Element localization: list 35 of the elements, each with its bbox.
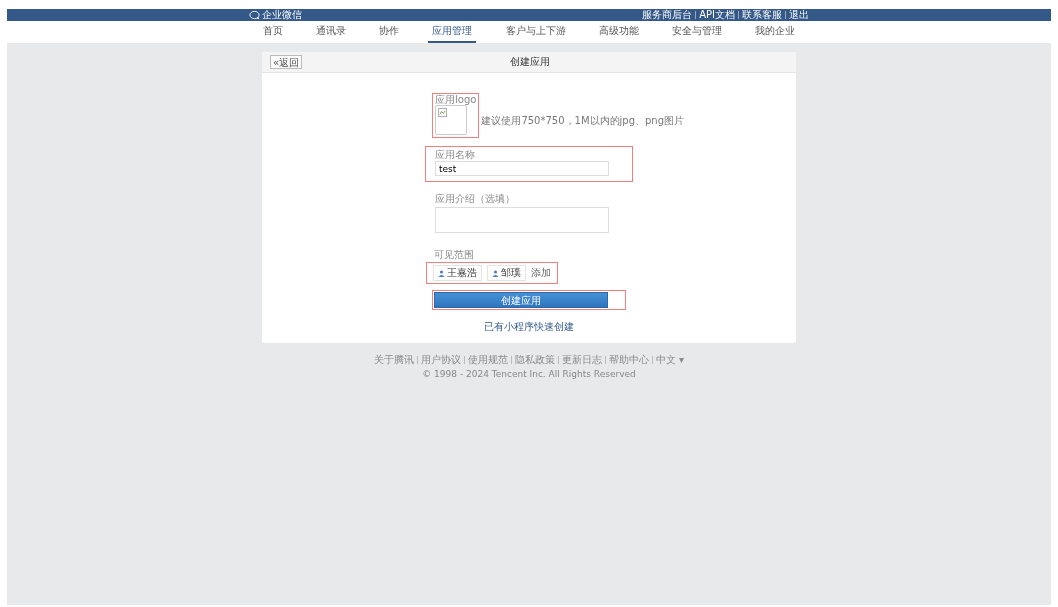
logo-upload[interactable]: [435, 105, 467, 135]
create-button[interactable]: 创建应用: [434, 292, 608, 308]
header-link[interactable]: 退出: [789, 9, 809, 21]
broken-image-icon: [438, 108, 447, 117]
nav-tab[interactable]: 安全与管理: [667, 21, 726, 43]
copyright-text: © 1998 - 2024 Tencent Inc. All Rights Reserved: [422, 369, 636, 379]
nav-tab[interactable]: 高级功能: [594, 21, 643, 43]
header-link[interactable]: 服务商后台: [642, 9, 693, 21]
member-name: 王嘉浩: [447, 266, 477, 280]
person-icon: [492, 269, 499, 277]
nav-tab[interactable]: 首页: [259, 21, 287, 43]
member-name: 邹璞: [501, 266, 521, 280]
header-link[interactable]: 联系客服: [742, 9, 782, 21]
header-link[interactable]: API文档: [699, 9, 735, 21]
nav-tab[interactable]: 客户与上下游: [501, 21, 570, 43]
logo-hint: 建议使用750*750，1M以内的jpg、png图片: [481, 114, 685, 128]
member-chip[interactable]: 邹璞: [487, 265, 526, 281]
nav-tab[interactable]: 通讯录: [312, 21, 351, 43]
panel-title: 创建应用: [510, 55, 551, 69]
field-label: 可见范围: [434, 249, 475, 260]
field-label: 应用介绍（选填）: [435, 193, 516, 204]
member-chip[interactable]: 王嘉浩: [433, 265, 482, 281]
name-input[interactable]: test: [435, 161, 609, 176]
add-link[interactable]: 添加: [531, 266, 551, 280]
back-button[interactable]: «返回: [270, 55, 303, 69]
nav-tab[interactable]: 协作: [375, 21, 404, 43]
person-icon: [438, 269, 445, 277]
intro-textarea[interactable]: [435, 207, 609, 233]
miniprogram-link[interactable]: 已有小程序快速创建: [434, 320, 624, 334]
nav-tab[interactable]: 我的企业: [751, 21, 799, 43]
field-label: 应用logo: [435, 94, 477, 105]
field-label: 应用名称: [435, 149, 476, 160]
nav-tab[interactable]: 应用管理: [428, 21, 477, 43]
logo-text: 企业微信: [262, 9, 302, 21]
chat-bubble-icon: [249, 10, 260, 20]
